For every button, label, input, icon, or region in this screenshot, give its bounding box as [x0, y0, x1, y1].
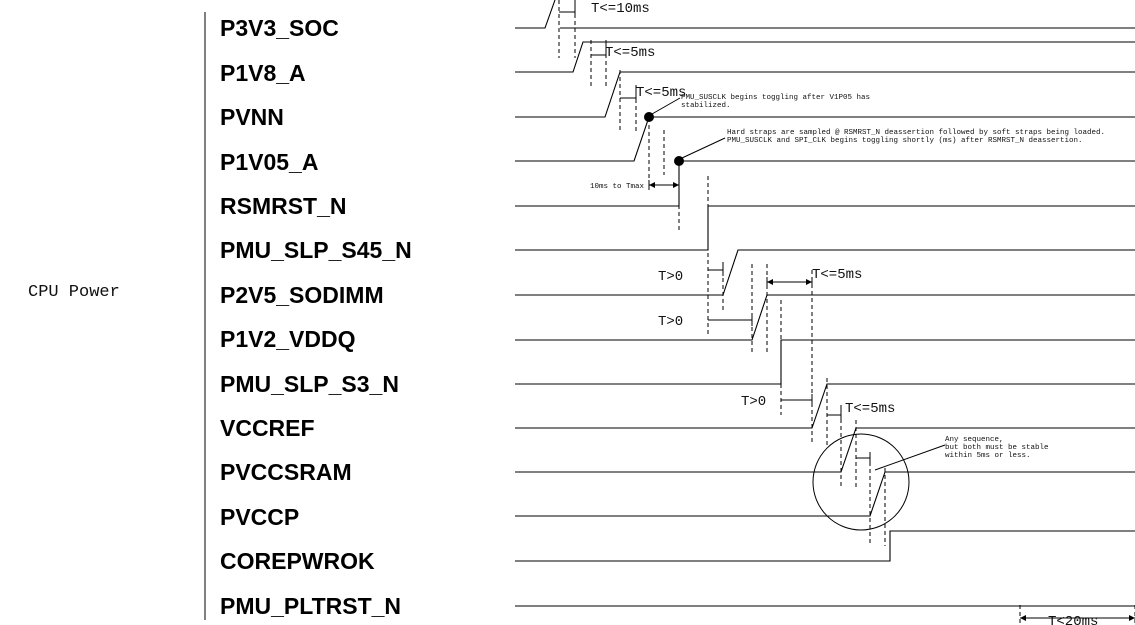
- bracket: [827, 408, 842, 420]
- annotations: PMU_SUSCLK begins toggling after V1P05 h…: [644, 94, 1105, 531]
- timing-label: 10ms to Tmax: [590, 183, 645, 191]
- annotation-text: Any sequence,: [945, 436, 1004, 444]
- signal-label: P3V3_SOC: [220, 15, 339, 41]
- bracket: [708, 314, 753, 326]
- signal-label: P1V2_VDDQ: [220, 326, 356, 352]
- timing-label: T<=5ms: [605, 45, 655, 61]
- signal-label: P1V05_A: [220, 149, 318, 175]
- annotation-text: PMU_SUSCLK and SPI_CLK begins toggling s…: [727, 137, 1083, 145]
- annotation-text: within 5ms or less.: [945, 452, 1031, 460]
- bracket: [856, 452, 871, 464]
- timing-label: T>0: [658, 269, 683, 285]
- signal-label: P2V5_SODIMM: [220, 282, 384, 308]
- signal-label: VCCREF: [220, 415, 315, 441]
- waveform-pmu-slp-s45-n: [515, 205, 1135, 251]
- signal-label: COREPWROK: [220, 548, 375, 574]
- arrow-head: [1129, 615, 1135, 621]
- waveform-pmu-slp-s3-n: [515, 339, 1135, 385]
- arrow-head: [649, 182, 655, 188]
- timing-label: T>0: [658, 314, 683, 330]
- timing-label: T<=10ms: [591, 1, 650, 17]
- bracket: [559, 0, 576, 14]
- annotation-text: Hard straps are sampled @ RSMRST_N deass…: [727, 129, 1105, 137]
- bracket: [591, 44, 607, 58]
- timing-label: T<20ms: [1048, 614, 1098, 625]
- power-sequence-diagram: CPU Power P3V3_SOC P1V8_A PVNN P1V05_A R…: [28, 0, 1135, 625]
- signal-labels: P3V3_SOC P1V8_A PVNN P1V05_A RSMRST_N PM…: [220, 15, 412, 619]
- arrow-head: [1020, 615, 1026, 621]
- timing-label: T>0: [741, 394, 766, 410]
- waveforms: [515, 0, 1135, 607]
- waveform-corepwrok: [515, 530, 1135, 562]
- annotation-text: stabilized.: [681, 102, 731, 110]
- bracket: [766, 277, 813, 287]
- bracket: [620, 86, 637, 100]
- waveform-vccref: [515, 383, 1135, 429]
- signal-label: RSMRST_N: [220, 193, 347, 219]
- signal-label: PMU_SLP_S45_N: [220, 237, 412, 263]
- waveform-p1v2-vddq: [515, 294, 1135, 341]
- bracket: [708, 262, 724, 276]
- annotation-text: but both must be stable: [945, 444, 1049, 452]
- signal-label: PMU_PLTRST_N: [220, 593, 401, 619]
- timing-label: T<=5ms: [812, 267, 862, 283]
- bracket: [781, 394, 813, 406]
- signal-label: PVCCP: [220, 504, 299, 530]
- annotation-text: PMU_SUSCLK begins toggling after V1P05 h…: [681, 94, 870, 102]
- signal-label: P1V8_A: [220, 60, 306, 86]
- signal-label: PVCCSRAM: [220, 459, 352, 485]
- waveform-p3v3-soc: [515, 0, 556, 29]
- group-label: CPU Power: [28, 283, 120, 302]
- signal-label: PVNN: [220, 104, 284, 130]
- arrow-head: [673, 182, 679, 188]
- arrow-head: [767, 279, 773, 285]
- signal-label: PMU_SLP_S3_N: [220, 371, 399, 397]
- annotation-leader: [681, 137, 726, 159]
- annotation-leader: [874, 444, 946, 471]
- waveform-pvccp: [515, 471, 1135, 517]
- timing-label: T<=5ms: [845, 401, 895, 417]
